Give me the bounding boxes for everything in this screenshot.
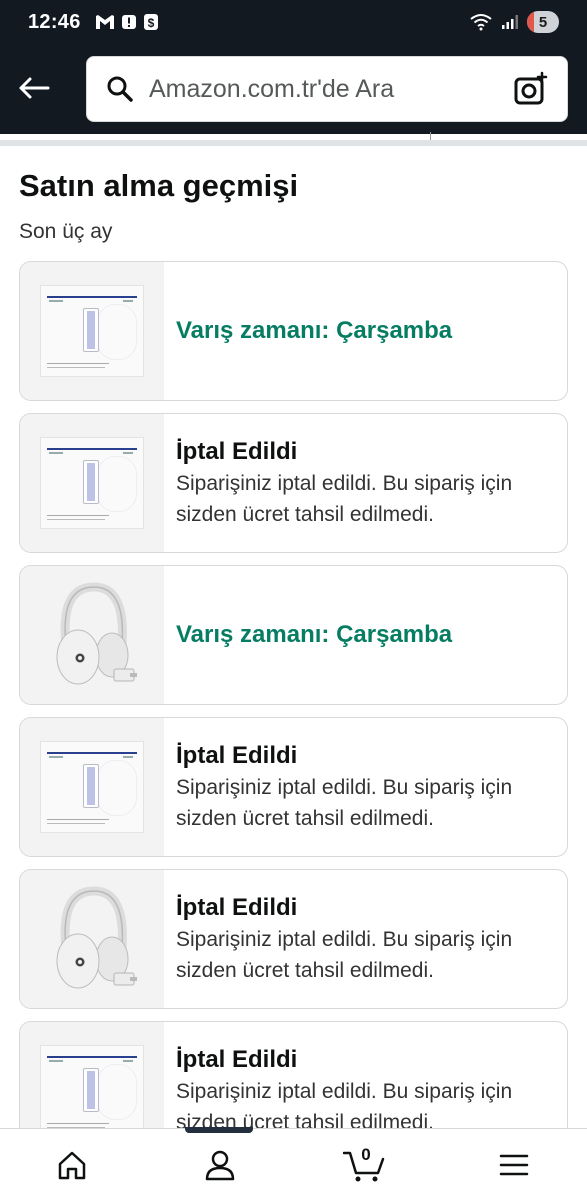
section-divider <box>0 140 587 146</box>
search-placeholder: Amazon.com.tr'de Ara <box>149 74 395 103</box>
product-image-headset <box>20 870 164 1008</box>
product-image-disc-drive <box>20 414 164 552</box>
nav-account[interactable] <box>198 1143 242 1187</box>
gmail-icon <box>95 14 115 30</box>
nav-home[interactable] <box>50 1143 94 1187</box>
order-info: İptal Edildi Siparişiniz iptal edildi. Bu… <box>176 414 553 552</box>
alert-icon <box>121 14 137 30</box>
order-description: Siparişiniz iptal edildi. Bu sipariş içi… <box>176 775 513 830</box>
bottom-nav: 0 <box>0 1127 587 1200</box>
search-input[interactable]: Amazon.com.tr'de Ara <box>86 56 568 122</box>
cancelled-status: İptal Edildi <box>176 741 298 769</box>
nav-menu[interactable] <box>492 1143 536 1187</box>
search-icon <box>105 74 135 104</box>
status-notifications: $ <box>95 13 159 31</box>
signal-icon <box>501 14 519 30</box>
cart-count: 0 <box>361 1145 371 1164</box>
order-card[interactable]: İptal Edildi Siparişiniz iptal edildi. Bu… <box>19 413 568 553</box>
product-image-disc-drive <box>20 718 164 856</box>
battery-indicator: 5 <box>527 11 559 33</box>
product-image-disc-drive <box>20 262 164 400</box>
back-arrow-icon <box>19 77 50 99</box>
order-info: Varış zamanı: Çarşamba <box>176 262 553 400</box>
dollar-icon: $ <box>143 13 159 31</box>
battery-level: 5 <box>538 13 548 31</box>
order-info: Varış zamanı: Çarşamba <box>176 566 553 704</box>
active-tab-indicator <box>185 1127 253 1133</box>
status-time: 12:46 <box>28 10 81 33</box>
search-header: Amazon.com.tr'de Ara <box>0 44 587 134</box>
cancelled-status: İptal Edildi <box>176 1045 298 1073</box>
order-card[interactable]: Varış zamanı: Çarşamba <box>19 565 568 705</box>
wifi-icon <box>469 13 493 31</box>
order-card[interactable]: İptal Edildi Siparişiniz iptal edildi. Bu… <box>19 717 568 857</box>
account-icon <box>205 1150 235 1181</box>
delivery-status: Varış zamanı: Çarşamba <box>176 621 453 648</box>
nav-cart[interactable]: 0 <box>342 1143 386 1187</box>
delivery-status: Varış zamanı: Çarşamba <box>176 317 453 344</box>
order-description: Siparişiniz iptal edildi. Bu sipariş içi… <box>176 471 513 526</box>
page-title: Satın alma geçmişi <box>19 168 299 203</box>
order-card[interactable]: İptal Edildi Siparişiniz iptal edildi. Bu… <box>19 869 568 1009</box>
product-image-headset <box>20 566 164 704</box>
cancelled-status: İptal Edildi <box>176 893 298 921</box>
order-card[interactable]: Varış zamanı: Çarşamba <box>19 261 568 401</box>
menu-icon <box>499 1154 529 1176</box>
order-info: İptal Edildi Siparişiniz iptal edildi. Bu… <box>176 870 553 1008</box>
order-description: Siparişiniz iptal edildi. Bu sipariş içi… <box>176 927 513 982</box>
order-info: İptal Edildi Siparişiniz iptal edildi. Bu… <box>176 718 553 856</box>
page-subtitle: Son üç ay <box>19 220 113 243</box>
status-indicators: 5 <box>469 11 559 33</box>
cancelled-status: İptal Edildi <box>176 437 298 465</box>
svg-text:$: $ <box>147 16 154 30</box>
home-icon <box>58 1151 86 1180</box>
status-bar: 12:46 $ 5 <box>0 0 587 44</box>
camera-search-icon[interactable] <box>511 69 551 109</box>
back-button[interactable] <box>14 68 54 108</box>
